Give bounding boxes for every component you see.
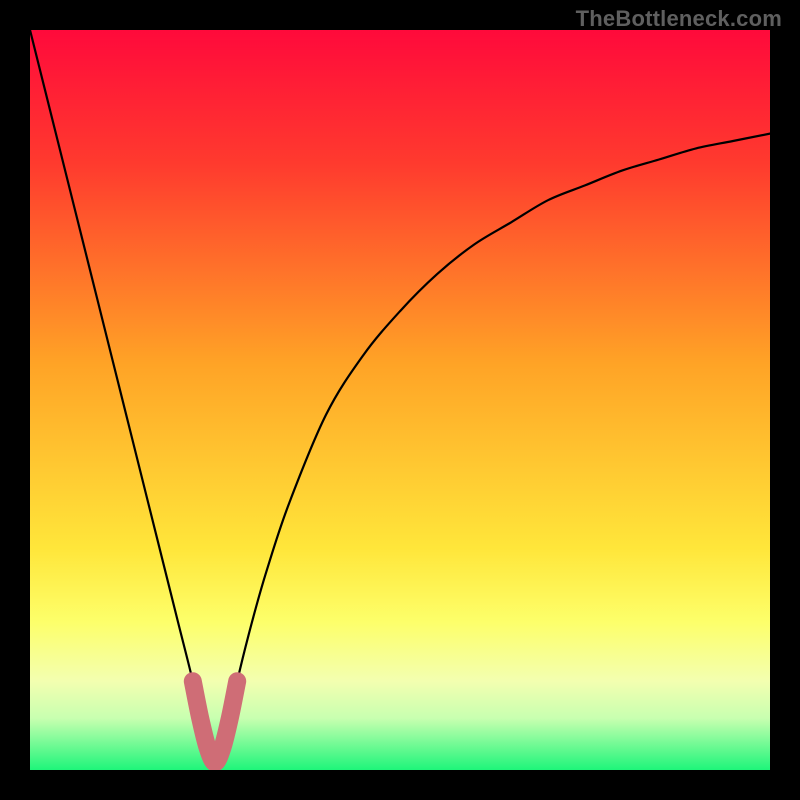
gradient-background xyxy=(30,30,770,770)
chart-frame: TheBottleneck.com xyxy=(0,0,800,800)
chart-svg xyxy=(30,30,770,770)
watermark-text: TheBottleneck.com xyxy=(576,6,782,32)
plot-area xyxy=(30,30,770,770)
